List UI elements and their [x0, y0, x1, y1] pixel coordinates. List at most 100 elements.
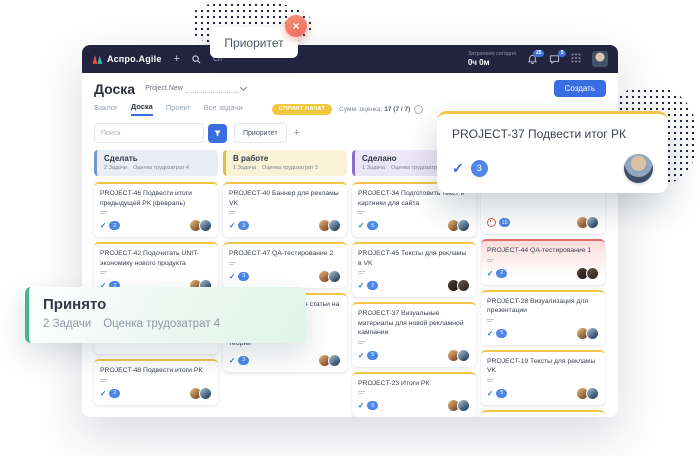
- page-header: Доска Project.New Создать: [94, 80, 606, 97]
- description-icon: [358, 341, 470, 344]
- add-icon[interactable]: +: [174, 54, 180, 65]
- assignee-avatar[interactable]: [457, 219, 470, 232]
- app-window: Аспро.Agile + Сп Затрачено сегодня 0ч 0м…: [82, 45, 618, 417]
- notifications-button[interactable]: 25: [527, 54, 538, 65]
- assignee-avatar[interactable]: [586, 267, 599, 280]
- check-icon: ✓: [100, 221, 106, 230]
- column-count: 2 Задачи: [104, 165, 127, 171]
- task-card[interactable]: PROJECT-19 Тексты для рекламы VK ✓5: [481, 350, 605, 405]
- close-icon[interactable]: ×: [285, 15, 307, 37]
- overdue-clock-icon: [487, 218, 496, 227]
- search-icon[interactable]: [192, 55, 201, 64]
- task-card[interactable]: PROJECT-48 Подвести итоги РК ✓2: [94, 359, 218, 405]
- task-title: PROJECT-48 Подвести итоги РК: [100, 366, 212, 376]
- column-count: 1 Задача: [362, 165, 385, 171]
- task-title: PROJECT-47 QA-тестирование 2: [229, 249, 341, 259]
- task-title: PROJECT-23 Итоги РК: [358, 379, 470, 389]
- priority-tooltip-label: Приоритет: [224, 36, 283, 50]
- task-card[interactable]: PROJECT-37 Визуальные материалы для ново…: [352, 302, 476, 367]
- check-icon: ✓: [452, 160, 464, 177]
- description-icon: [100, 379, 212, 382]
- check-icon: ✓: [358, 221, 364, 230]
- estimate-badge: 2: [367, 281, 378, 290]
- page-title: Доска: [94, 81, 135, 97]
- estimate-badge: 3: [471, 160, 488, 177]
- check-icon: ✓: [229, 272, 235, 281]
- score-label: Сумм. оценка:: [339, 106, 382, 113]
- description-icon: [358, 211, 470, 214]
- task-preview-popup[interactable]: PROJECT-37 Подвести итог РК ✓ 3: [437, 111, 668, 193]
- assignee-avatar[interactable]: [586, 327, 599, 340]
- priority-tooltip: Приоритет ×: [210, 27, 298, 58]
- apps-grid-button[interactable]: [571, 50, 581, 68]
- estimate-badge: 5: [496, 329, 507, 338]
- add-filter-button[interactable]: +: [294, 127, 300, 139]
- time-tracked: Затрачено сегодня 0ч 0м: [468, 51, 516, 67]
- accepted-count: 2 Задачи: [43, 318, 91, 330]
- task-card[interactable]: PROJECT-45 Тексты для рекламы в VK ✓2: [352, 242, 476, 297]
- task-card[interactable]: PROJECT-23 Итоги РК ✓5: [352, 372, 476, 417]
- navbar-right: Затрачено сегодня 0ч 0м 25 5: [468, 50, 608, 68]
- tab-all-tasks[interactable]: Все задачи: [204, 103, 243, 115]
- check-icon: ✓: [100, 389, 106, 398]
- task-card-alert[interactable]: PROJECT-44 QA-тестирование 1 ✓2: [481, 239, 605, 285]
- description-icon: [358, 391, 470, 394]
- description-icon: [229, 262, 341, 265]
- assignee-avatar[interactable]: [624, 154, 653, 183]
- assignee-avatar[interactable]: [586, 387, 599, 400]
- score-value: 17 (7 / 7): [384, 106, 410, 113]
- assignee-avatar[interactable]: [328, 219, 341, 232]
- assignee-avatar[interactable]: [328, 354, 341, 367]
- app-logo[interactable]: Аспро.Agile: [92, 54, 162, 65]
- time-tracked-label: Затрачено сегодня: [468, 51, 516, 57]
- assignee-avatar[interactable]: [199, 219, 212, 232]
- task-title: PROJECT-46 Подвести итоги предыдущей РК …: [100, 189, 212, 208]
- column-title: Сделать: [104, 154, 211, 163]
- tab-project[interactable]: Проект: [166, 103, 191, 115]
- task-card[interactable]: PROJECT-28 Визуализация для презентации …: [481, 290, 605, 345]
- info-icon[interactable]: i: [414, 105, 423, 114]
- column-header[interactable]: Сделать 2 ЗадачиОценка трудозатрат 4: [94, 150, 218, 176]
- task-card[interactable]: PROJECT-47 QA-тестирование 2 ✓3: [223, 242, 347, 288]
- assignee-avatar[interactable]: [457, 399, 470, 412]
- check-icon: ✓: [487, 389, 493, 398]
- messages-button[interactable]: 5: [549, 54, 560, 65]
- column-count: 1 Задача: [233, 165, 256, 171]
- estimate-badge: 3: [238, 221, 249, 230]
- assignee-avatar[interactable]: [457, 349, 470, 362]
- priority-filter-chip[interactable]: Приоритет: [234, 123, 287, 143]
- assignee-avatar[interactable]: [328, 270, 341, 283]
- estimate-badge: 5: [496, 389, 507, 398]
- check-icon: ✓: [358, 401, 364, 410]
- estimate-badge: 2: [109, 389, 120, 398]
- accepted-column-preview[interactable]: Принято 2 ЗадачиОценка трудозатрат 4: [25, 287, 306, 343]
- tab-backlog[interactable]: Баклог: [94, 103, 118, 115]
- tab-board[interactable]: Доска: [131, 102, 153, 116]
- sprint-status-badge: СПРИНТ НАЧАТ: [272, 104, 332, 115]
- user-avatar[interactable]: [592, 51, 608, 67]
- task-card[interactable]: PROJECT-40 Баннер для рекламы VK ✓3: [223, 182, 347, 237]
- description-icon: [100, 211, 212, 214]
- estimate-badge: 2: [109, 221, 120, 230]
- assignee-avatar[interactable]: [457, 279, 470, 292]
- estimate-badge: 5: [367, 351, 378, 360]
- search-input[interactable]: [94, 123, 204, 143]
- estimate-badge: 3: [238, 272, 249, 281]
- task-card[interactable]: PROJECT-16 Подвести итоги РК: [481, 410, 605, 417]
- task-card[interactable]: PROJECT-46 Подвести итоги предыдущей РК …: [94, 182, 218, 237]
- column-header[interactable]: В работе 1 ЗадачаОценка трудозатрат 3: [223, 150, 347, 176]
- time-tracked-value: 0ч 0м: [468, 58, 516, 67]
- time-badge: 15: [499, 218, 510, 227]
- filter-button[interactable]: [208, 124, 227, 143]
- column-effort: Оценка трудозатрат 3: [262, 165, 318, 171]
- task-title: PROJECT-37 Визуальные материалы для ново…: [358, 309, 470, 338]
- project-select-value: Project.New: [145, 85, 183, 92]
- assignee-avatar[interactable]: [586, 216, 599, 229]
- assignee-avatar[interactable]: [199, 387, 212, 400]
- create-button[interactable]: Создать: [554, 80, 606, 97]
- top-navbar: Аспро.Agile + Сп Затрачено сегодня 0ч 0м…: [82, 45, 618, 73]
- task-title: PROJECT-19 Тексты для рекламы VK: [487, 357, 599, 376]
- project-select[interactable]: Project.New: [145, 85, 246, 93]
- check-icon: ✓: [358, 281, 364, 290]
- check-icon: ✓: [487, 329, 493, 338]
